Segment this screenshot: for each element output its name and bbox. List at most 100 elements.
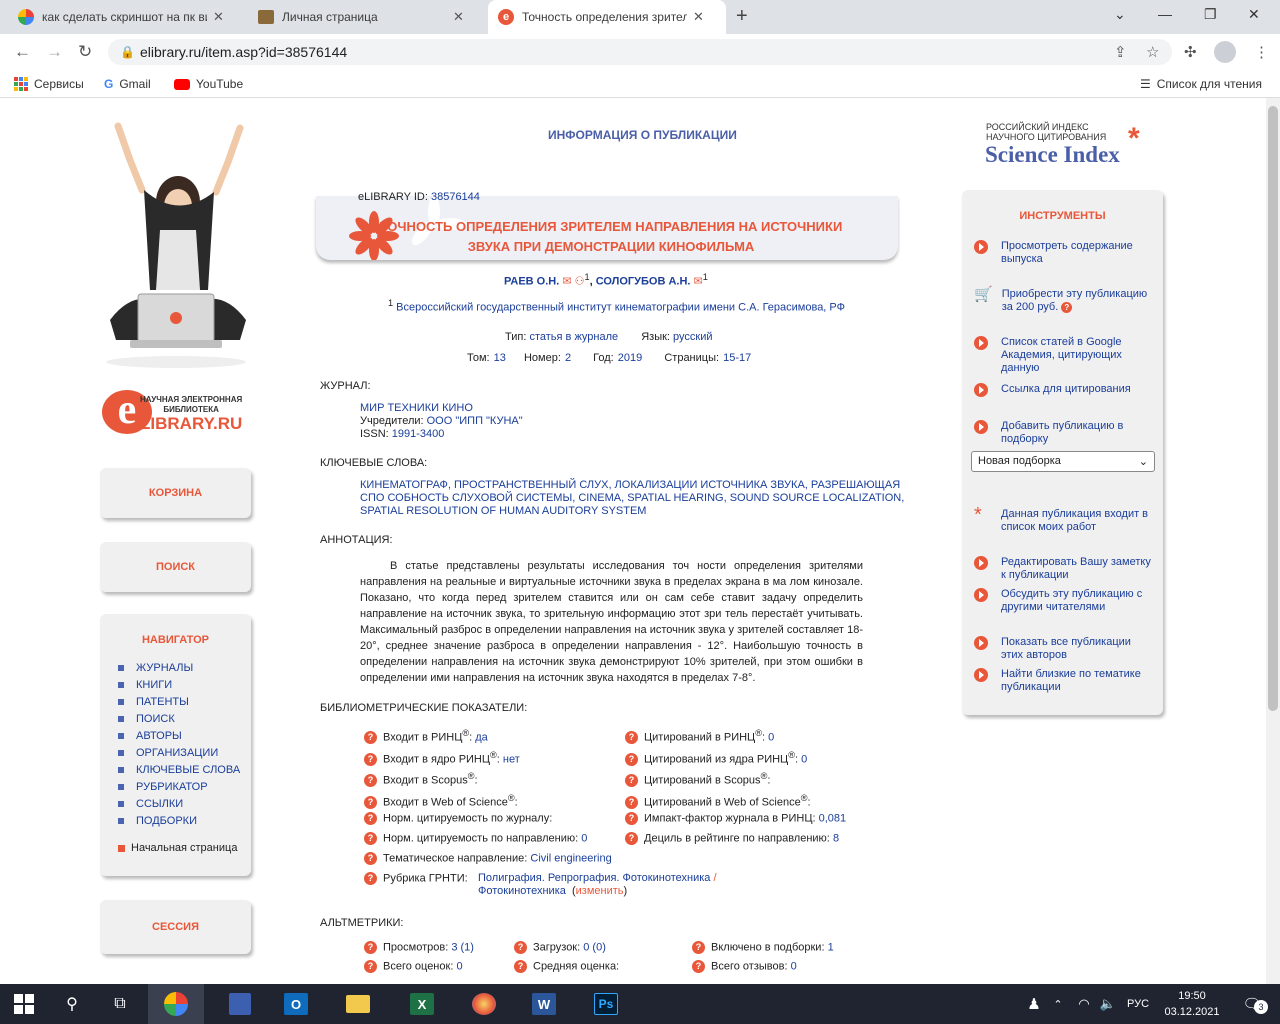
cart-button[interactable]: КОРЗИНА — [100, 468, 251, 518]
help-icon[interactable]: ? — [625, 812, 638, 825]
help-icon[interactable]: ? — [364, 960, 377, 973]
notifications-icon[interactable]: 🗨 — [1228, 984, 1276, 1024]
tab-google-search[interactable]: как сделать скриншот на пк вин ✕ — [8, 0, 244, 34]
tab-personal-page[interactable]: Личная страница ✕ — [248, 0, 484, 34]
sidebar-item[interactable]: КНИГИ — [118, 679, 172, 691]
author-link[interactable]: РАЕВ О.Н. — [504, 276, 559, 288]
session-button[interactable]: СЕССИЯ — [100, 900, 251, 954]
task-view-icon[interactable]: ⧉ — [96, 984, 144, 1024]
chrome-taskbar-icon[interactable] — [148, 984, 204, 1024]
page-scrollbar[interactable] — [1266, 98, 1280, 986]
sidebar-item[interactable]: КЛЮЧЕВЫЕ СЛОВА — [118, 764, 240, 776]
menu-icon[interactable]: ⋮ — [1254, 43, 1269, 61]
help-icon[interactable]: ? — [1061, 301, 1073, 313]
close-icon[interactable]: ✕ — [693, 9, 704, 25]
help-icon[interactable]: ? — [364, 796, 377, 810]
tool-my-works[interactable]: * Данная публикация входит в список моих … — [974, 505, 1154, 534]
outlook-taskbar-icon[interactable]: O — [268, 984, 324, 1024]
share-icon[interactable]: ⇪ — [1114, 43, 1127, 61]
new-tab-button[interactable]: + — [736, 5, 748, 28]
affiliation-link[interactable]: Всероссийский государственный институт к… — [396, 302, 845, 314]
vol-value[interactable]: 13 — [494, 352, 506, 364]
window-close-button[interactable]: ✕ — [1248, 6, 1260, 23]
chevron-up-icon[interactable]: ⌃ — [1046, 984, 1070, 1024]
science-index-logo[interactable]: Science Index — [985, 142, 1120, 168]
tool-view-issue[interactable]: Просмотреть содержание выпуска — [974, 240, 1154, 266]
keywords-list[interactable]: КИНЕМАТОГРАФ, ПРОСТРАНСТВЕННЫЙ СЛУХ, ЛОК… — [360, 479, 904, 518]
founders-link[interactable]: ООО "ИПП "КУНА" — [427, 415, 523, 427]
help-icon[interactable]: ? — [625, 753, 638, 767]
close-icon[interactable]: ✕ — [213, 9, 224, 25]
star-icon[interactable]: ☆ — [1146, 43, 1159, 61]
help-icon[interactable]: ? — [364, 774, 377, 788]
sidebar-item[interactable]: ЖУРНАЛЫ — [118, 662, 193, 674]
reload-icon[interactable]: ↻ — [78, 42, 92, 62]
help-icon[interactable]: ? — [625, 832, 638, 845]
sidebar-item[interactable]: ОРГАНИЗАЦИИ — [118, 747, 218, 759]
tool-citation[interactable]: Ссылка для цитирования — [974, 383, 1154, 397]
maximize-button[interactable]: ❐ — [1204, 6, 1217, 23]
search-icon[interactable]: ⚲ — [48, 984, 96, 1024]
help-icon[interactable]: ? — [364, 731, 377, 745]
tab-search-icon[interactable]: ⌄ — [1114, 6, 1126, 23]
num-value[interactable]: 2 — [565, 352, 571, 364]
excel-taskbar-icon[interactable]: X — [394, 984, 450, 1024]
sidebar-item[interactable]: ПАТЕНТЫ — [118, 696, 189, 708]
bookmark-services[interactable]: Сервисы — [14, 77, 84, 91]
grnti-link[interactable]: Фотокинотехника — [478, 885, 566, 897]
windows-start-icon[interactable] — [0, 984, 48, 1024]
bookmark-youtube[interactable]: YouTube — [174, 77, 243, 91]
tool-edit-note[interactable]: Редактировать Вашу заметку к публикации — [974, 556, 1154, 582]
tool-author-pubs[interactable]: Показать все публикации этих авторов — [974, 636, 1154, 662]
word-taskbar-icon[interactable]: W — [516, 984, 572, 1024]
help-icon[interactable]: ? — [364, 812, 377, 825]
url-text[interactable]: elibrary.ru/item.asp?id=38576144 — [140, 44, 347, 60]
extensions-icon[interactable]: ✣ — [1184, 43, 1197, 61]
grnti-link[interactable]: Полиграфия. Репрография. Фотокинотехника — [478, 872, 710, 884]
network-icon[interactable]: ◠ — [1072, 984, 1096, 1024]
explorer-taskbar-icon[interactable] — [330, 984, 386, 1024]
sidebar-item[interactable]: ССЫЛКИ — [118, 798, 183, 810]
help-icon[interactable]: ? — [692, 941, 705, 954]
language-indicator[interactable]: РУС — [1122, 984, 1154, 1024]
journal-link[interactable]: МИР ТЕХНИКИ КИНО — [360, 402, 523, 415]
sidebar-item[interactable]: РУБРИКАТОР — [118, 781, 208, 793]
keywords-line[interactable]: СПО СОБНОСТЬ СЛУХОВОЙ СИСТЕМЫ, CINEMA, S… — [360, 492, 904, 505]
close-icon[interactable]: ✕ — [453, 9, 464, 25]
tool-similar[interactable]: Найти близкие по тематике публикации — [974, 668, 1154, 694]
clock[interactable]: 19:50 03.12.2021 — [1160, 988, 1224, 1020]
tool-discuss[interactable]: Обсудить эту публикацию с другими читате… — [974, 588, 1154, 614]
photoshop-taskbar-icon[interactable]: Ps — [578, 984, 634, 1024]
tool-add-collection[interactable]: Добавить публикацию в подборку — [974, 420, 1154, 446]
help-icon[interactable]: ? — [514, 941, 527, 954]
collection-select[interactable]: Новая подборка ⌄ — [971, 451, 1155, 472]
keywords-line[interactable]: SPATIAL RESOLUTION OF HUMAN AUDITORY SYS… — [360, 505, 904, 518]
tab-active-publication[interactable]: e Точность определения зрителе ✕ — [488, 0, 726, 34]
paint-taskbar-icon[interactable] — [456, 984, 512, 1024]
help-icon[interactable]: ? — [364, 753, 377, 767]
help-icon[interactable]: ? — [514, 960, 527, 973]
help-icon[interactable]: ? — [364, 941, 377, 954]
tool-google-scholar[interactable]: Список статей в Google Академия, цитирую… — [974, 336, 1154, 375]
email-icon[interactable]: ✉ — [690, 276, 703, 288]
tool-buy[interactable]: 🛒 Приобрести эту публикацию за 200 руб. ? — [974, 287, 1154, 314]
person-icon[interactable]: ⚇ — [572, 276, 585, 288]
forward-icon[interactable]: → — [46, 42, 63, 62]
save-taskbar-icon[interactable] — [212, 984, 268, 1024]
profile-avatar[interactable] — [1214, 41, 1236, 63]
search-button[interactable]: ПОИСК — [100, 542, 251, 592]
email-icon[interactable]: ✉ — [559, 276, 571, 288]
home-link[interactable]: Начальная страница — [118, 842, 237, 854]
reading-list[interactable]: ☰ Список для чтения — [1140, 77, 1262, 91]
help-icon[interactable]: ? — [364, 852, 377, 865]
bookmark-gmail[interactable]: G Gmail — [104, 77, 151, 91]
change-link[interactable]: изменить — [576, 885, 624, 897]
sidebar-item[interactable]: АВТОРЫ — [118, 730, 182, 742]
keywords-line[interactable]: КИНЕМАТОГРАФ, ПРОСТРАНСТВЕННЫЙ СЛУХ, ЛОК… — [360, 479, 904, 492]
help-icon[interactable]: ? — [364, 832, 377, 845]
author-link[interactable]: СОЛОГУБОВ А.Н. — [596, 276, 691, 288]
minimize-button[interactable]: — — [1158, 6, 1172, 22]
sidebar-item[interactable]: ПОИСК — [118, 713, 175, 725]
help-icon[interactable]: ? — [625, 796, 638, 810]
help-icon[interactable]: ? — [364, 872, 377, 885]
